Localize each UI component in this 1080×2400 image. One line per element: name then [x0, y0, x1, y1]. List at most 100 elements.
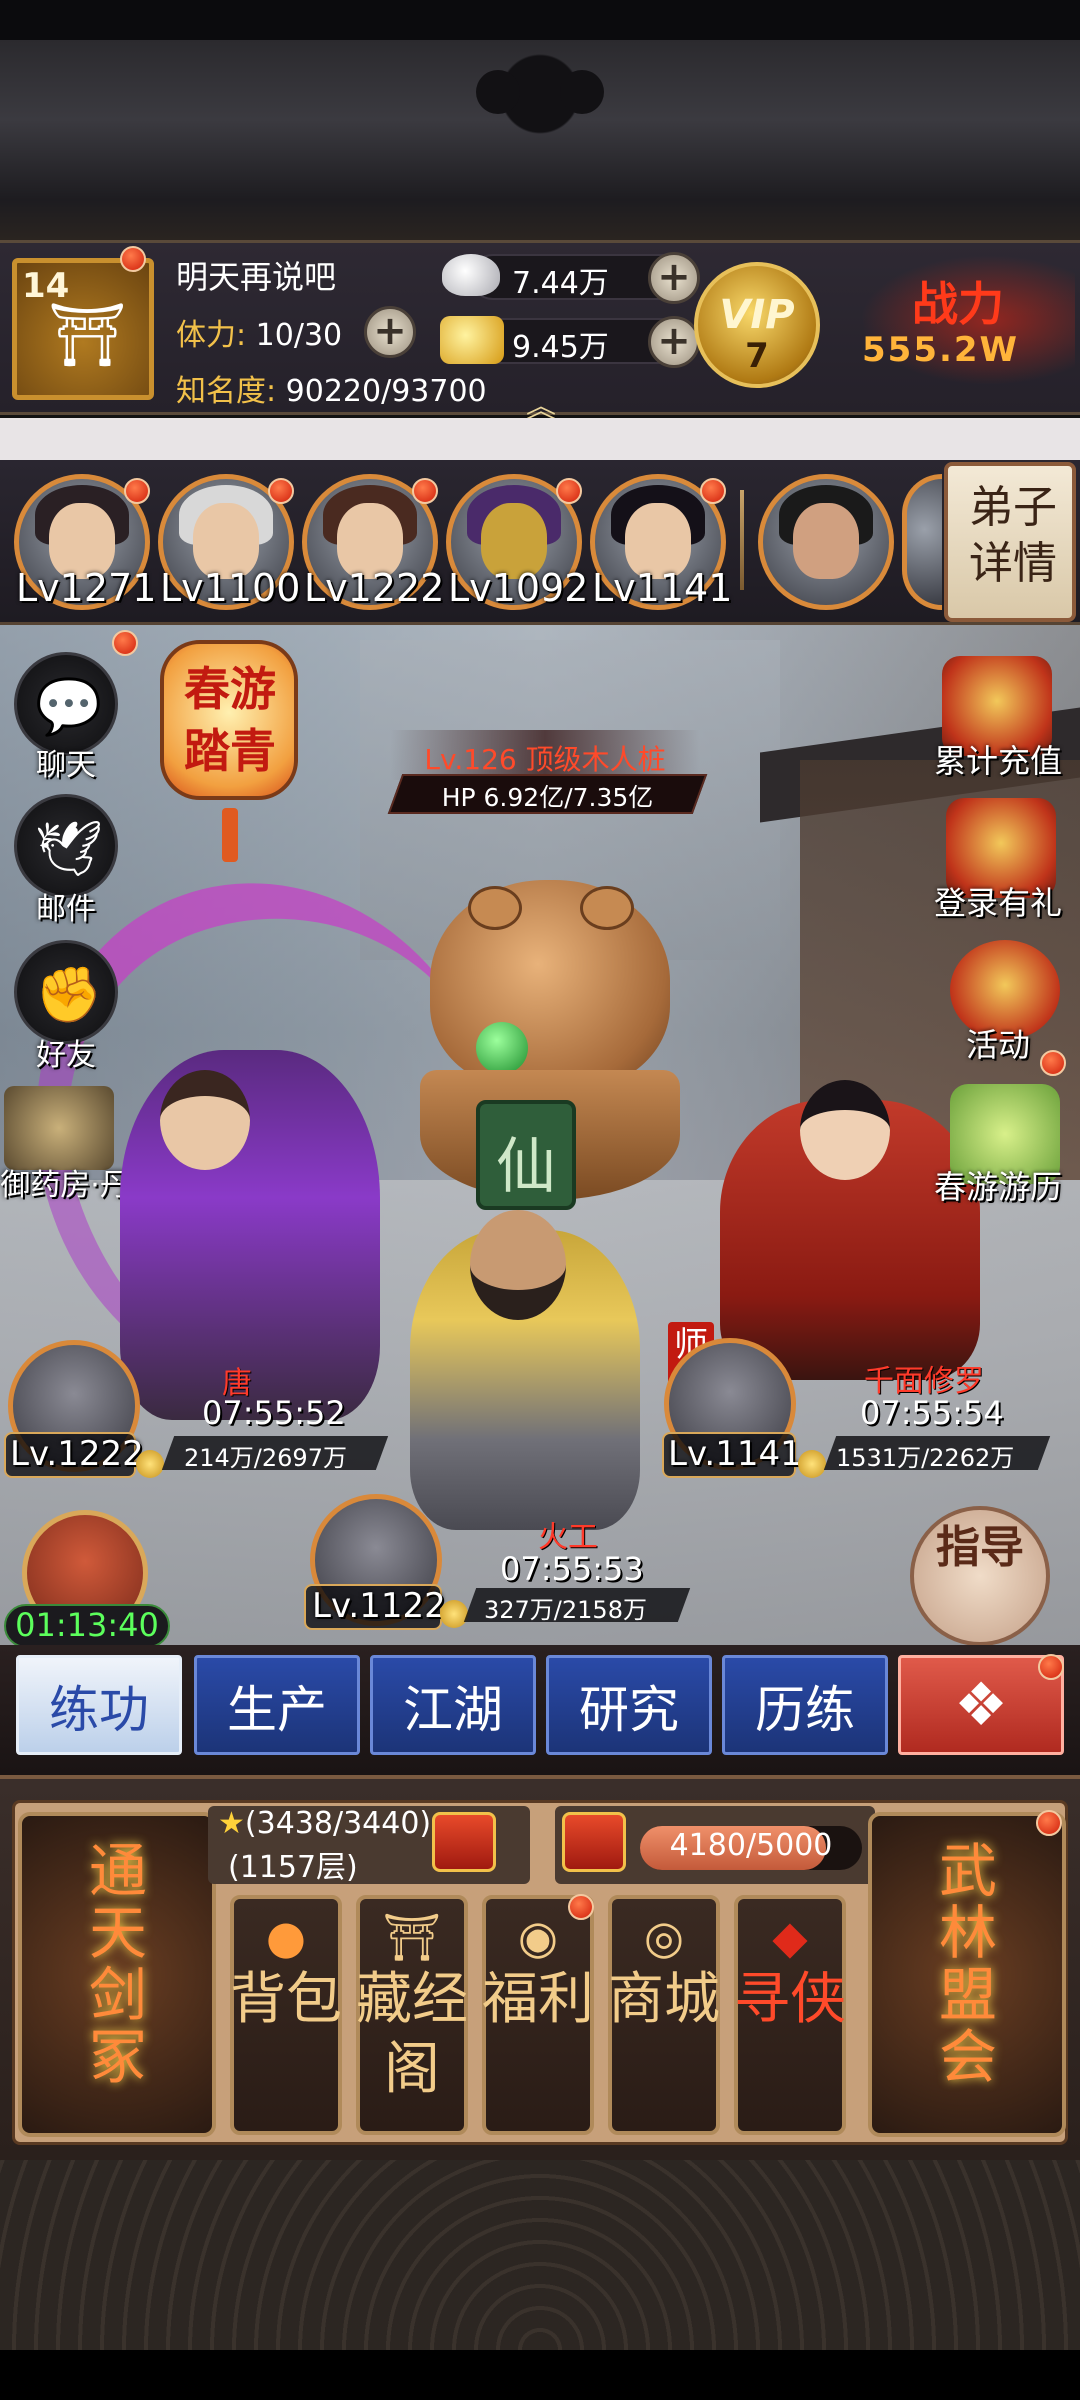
boss-hp-text: HP 6.92亿/7.35亿 — [441, 783, 654, 812]
coin-icon — [440, 1600, 468, 1628]
unit-progress: 214万/2697万 — [184, 1444, 347, 1472]
floor-count: (1157层) — [228, 1850, 358, 1885]
stamina-value: 10/30 — [255, 318, 343, 353]
sword-tomb-label: 通天剑冢 — [88, 1837, 147, 2091]
alliance-notification-dot — [1036, 1810, 1062, 1836]
add-stamina-button[interactable]: + — [364, 306, 416, 358]
golden-toad-boss[interactable] — [430, 880, 670, 1090]
combat-power-value[interactable]: 555.2W — [862, 330, 1019, 370]
add-gold-button[interactable]: + — [648, 316, 700, 368]
spring-event-label: 春游踏青 — [184, 662, 276, 778]
pharmacy-label: 御药房·丹 — [0, 1168, 130, 1203]
hero-level: Lv1092 — [448, 566, 589, 610]
friends-label: 好友 — [36, 1038, 96, 1073]
unit-level: Lv.1122 — [312, 1586, 446, 1626]
tab-notification-dot — [1038, 1654, 1064, 1680]
diamond-flower-icon: ❖ — [954, 1670, 1008, 1740]
recharge-label: 累计充值 — [933, 742, 1062, 780]
fighter-center-head — [470, 1210, 566, 1320]
silver-amount: 7.44万 — [512, 266, 609, 301]
spring-tour-label: 春游游历 — [933, 1168, 1062, 1206]
system-nav-bar — [0, 2350, 1080, 2400]
silver-ingot-icon — [442, 254, 500, 296]
hero-notification-dot — [556, 478, 582, 504]
star-icon: ★ — [218, 1806, 245, 1841]
unit-level: Lv.1222 — [10, 1434, 144, 1474]
unit-progress: 1531万/2262万 — [836, 1444, 1015, 1472]
unit-timer: 07:55:52 — [202, 1394, 346, 1432]
fame-value: 90220/93700 — [285, 374, 487, 409]
vip-level: 7 — [745, 336, 769, 376]
star-count: ★(3438/3440) — [218, 1806, 431, 1841]
hero-avatar[interactable] — [758, 474, 894, 610]
coin-icon — [136, 1450, 164, 1478]
jade-pearl-icon — [476, 1022, 528, 1074]
guide-label: 指导 — [936, 1522, 1024, 1573]
hero-notification-dot — [124, 478, 150, 504]
stamina-label: 体力: — [176, 318, 247, 353]
unit-progress: 327万/2158万 — [484, 1596, 647, 1624]
pagoda-icon: ⛩ — [48, 298, 127, 371]
martial-alliance-label: 武林盟会 — [938, 1837, 997, 2091]
toad-eye — [580, 886, 634, 930]
shop-label: 商城 — [608, 1967, 720, 2032]
combat-power-label: 战力 — [912, 277, 1004, 331]
disciple-details-label: 弟子详情 — [969, 482, 1057, 589]
login-gift-label: 登录有礼 — [933, 884, 1062, 922]
seek-hero-label: 寻侠 — [734, 1967, 846, 2032]
hero-level: Lv1271 — [16, 566, 157, 610]
countdown-timer: 01:13:40 — [15, 1606, 159, 1644]
fighter-left-head — [160, 1070, 250, 1170]
star-count-value: (3438/3440) — [244, 1806, 432, 1841]
avatar-notification-dot — [120, 246, 146, 272]
roster-divider — [740, 490, 744, 590]
mail-button[interactable]: 🕊 — [14, 794, 118, 898]
tab-jianghu-label: 江湖 — [403, 1681, 503, 1739]
unit-timer: 07:55:53 — [500, 1550, 644, 1588]
hero-level: Lv1222 — [304, 566, 445, 610]
roof-ornament-icon — [470, 40, 610, 160]
hero-notification-dot — [412, 478, 438, 504]
fame-display: 知名度: 90220/93700 — [176, 366, 487, 410]
red-seal-icon: ◆ — [772, 1910, 808, 1964]
hero-notification-dot — [700, 478, 726, 504]
gold-amount: 9.45万 — [512, 330, 609, 365]
pharmacy-building-icon[interactable] — [4, 1086, 114, 1170]
add-silver-button[interactable]: + — [648, 252, 700, 304]
chat-notification-dot — [112, 630, 138, 656]
boss-name: Lv.126 顶级木人桩 — [424, 743, 666, 776]
gift-box-icon[interactable] — [562, 1812, 626, 1872]
tab-research-label: 研究 — [579, 1681, 679, 1739]
divider-band — [0, 418, 1080, 460]
scripture-pavilion-label: 藏经阁 — [356, 1967, 468, 2102]
lantern-tassel — [222, 808, 238, 862]
tab-production-label: 生产 — [227, 1681, 327, 1739]
welfare-label: 福利 — [482, 1967, 594, 2032]
hero-notification-dot — [268, 478, 294, 504]
mail-label: 邮件 — [36, 892, 96, 927]
toad-eye — [468, 886, 522, 930]
activity-label: 活动 — [965, 1026, 1030, 1064]
unit-timer: 07:55:54 — [860, 1394, 1004, 1432]
friends-button[interactable]: ✊ — [14, 940, 118, 1044]
gift-box-icon[interactable] — [432, 1812, 496, 1872]
coin-icon: ◎ — [643, 1910, 685, 1964]
player-name: 明天再说吧 — [176, 258, 337, 296]
stamina-display: 体力: 10/30 — [176, 310, 342, 354]
vip-label: VIP — [719, 292, 795, 338]
hero-level: Lv1100 — [160, 566, 301, 610]
progress-text: 4180/5000 — [669, 1828, 833, 1863]
backpack-label: 背包 — [230, 1967, 342, 2032]
immortal-plaque-glyph: 仙 — [496, 1132, 556, 1202]
hero-level: Lv1141 — [592, 566, 733, 610]
tab-training-label: 历练 — [755, 1681, 855, 1739]
unit-level: Lv.1141 — [668, 1434, 802, 1474]
gold-ingot-icon — [440, 316, 504, 364]
welfare-notification-dot — [568, 1894, 594, 1920]
coin-icon — [798, 1450, 826, 1478]
fame-label: 知名度: — [176, 374, 277, 409]
chat-label: 聊天 — [36, 748, 96, 783]
peach-icon: ● — [265, 1910, 307, 1964]
hero-avatar-partial[interactable] — [902, 474, 942, 610]
pavilion-icon: ⛩ — [382, 1910, 442, 1964]
